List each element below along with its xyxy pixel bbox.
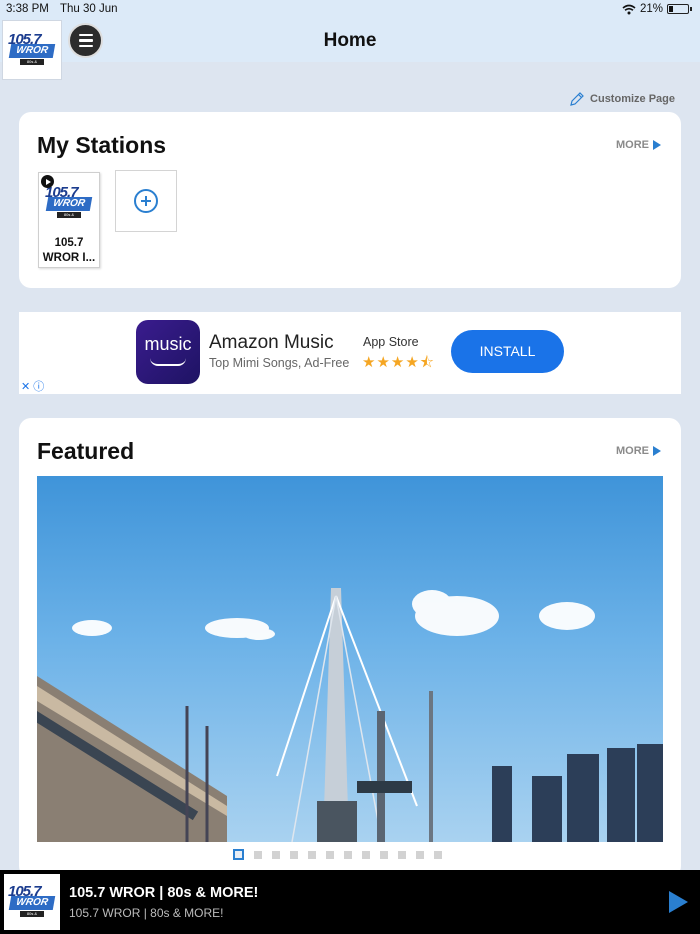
page-dot[interactable] xyxy=(308,850,316,859)
page-dot[interactable] xyxy=(434,850,442,859)
page-title: Home xyxy=(323,30,377,51)
page-dot[interactable] xyxy=(290,850,298,859)
status-right: 21% xyxy=(622,3,692,15)
logo-tag: 80s & MORE! xyxy=(57,212,81,223)
page-dot[interactable] xyxy=(416,850,424,859)
featured-pagination[interactable] xyxy=(233,849,442,860)
wifi-icon xyxy=(622,4,636,14)
ad-banner[interactable]: music Amazon Music Top Mimi Songs, Ad-Fr… xyxy=(19,312,681,394)
bridge-skyline-image xyxy=(37,588,663,842)
logo-tag: 80s & MORE! xyxy=(20,59,44,70)
more-label: MORE xyxy=(616,445,649,457)
install-button[interactable]: INSTALL xyxy=(451,330,564,373)
wror-logo-icon: 105.7 WROR 80s & MORE! xyxy=(6,31,58,70)
page-dot[interactable] xyxy=(398,850,406,859)
logo-tag: 80s & MORE! xyxy=(20,911,44,922)
player-title: 105.7 WROR | 80s & MORE! xyxy=(69,885,259,901)
plus-circle-icon xyxy=(134,189,158,213)
more-label: MORE xyxy=(616,139,649,151)
hamburger-line xyxy=(78,39,93,42)
smile-arrow-icon xyxy=(150,358,186,366)
player-art: 105.7 WROR 80s & MORE! xyxy=(4,874,60,930)
customize-label: Customize Page xyxy=(590,93,675,105)
top-bar: 3:38 PM Thu 30 Jun 21% Home xyxy=(0,0,700,62)
wror-logo-icon: 105.7 WROR 80s & MORE! xyxy=(6,883,58,922)
menu-button[interactable] xyxy=(68,23,103,58)
ad-app-name: Amazon Music xyxy=(209,332,334,353)
station-label-line2: WROR I... xyxy=(42,252,96,264)
my-stations-more-link[interactable]: MORE xyxy=(616,139,661,151)
now-playing-bar[interactable]: 105.7 WROR 80s & MORE! 105.7 WROR | 80s … xyxy=(0,870,700,934)
chevron-right-icon xyxy=(653,140,661,150)
wror-logo-icon: 105.7 WROR 80s & MORE! xyxy=(43,184,95,223)
page-dot[interactable] xyxy=(326,850,334,859)
my-stations-card: My Stations MORE 105.7 WROR 80s & MORE! … xyxy=(19,112,681,288)
station-label: 105.7 WROR I... xyxy=(39,236,99,266)
page-dot[interactable] xyxy=(272,850,280,859)
page-dot-active[interactable] xyxy=(233,849,244,860)
logo-call: WROR xyxy=(8,896,56,910)
chevron-right-icon xyxy=(653,446,661,456)
my-stations-title: My Stations xyxy=(37,132,167,158)
pencil-icon xyxy=(570,92,584,106)
star-rating-icon: ★★★★⯪ xyxy=(362,354,435,371)
page-dot[interactable] xyxy=(344,850,352,859)
featured-card: Featured MORE xyxy=(19,418,681,878)
status-date: Thu 30 Jun xyxy=(60,3,118,15)
ad-icon-text: music xyxy=(144,334,192,354)
station-label-line1: 105.7 xyxy=(54,237,84,249)
customize-page-link[interactable]: Customize Page xyxy=(569,91,675,107)
featured-title: Featured xyxy=(37,438,135,464)
logo-call: WROR xyxy=(45,197,93,211)
battery-percent: 21% xyxy=(639,3,663,15)
hamburger-line xyxy=(78,33,93,37)
page-dot[interactable] xyxy=(254,850,262,859)
page-dot[interactable] xyxy=(380,850,388,859)
ad-close-info-icon[interactable]: ✕ ⓘ xyxy=(21,378,44,394)
ad-store-label: App Store xyxy=(363,335,419,349)
station-art: 105.7 WROR 80s & MORE! xyxy=(39,173,99,233)
station-logo[interactable]: 105.7 WROR 80s & MORE! xyxy=(2,20,62,80)
hamburger-line xyxy=(78,44,93,48)
battery-tip xyxy=(690,7,692,11)
amazon-music-app-icon: music xyxy=(136,320,200,384)
battery-icon xyxy=(667,4,689,14)
status-time: 3:38 PM xyxy=(6,3,49,15)
featured-image[interactable] xyxy=(37,476,663,842)
player-subtitle: 105.7 WROR | 80s & MORE! xyxy=(69,906,224,920)
play-icon[interactable] xyxy=(669,891,688,913)
ad-subtitle: Top Mimi Songs, Ad-Free xyxy=(209,356,350,370)
logo-call: WROR xyxy=(8,44,56,58)
play-icon xyxy=(41,175,54,188)
add-station-button[interactable] xyxy=(115,170,177,232)
page-dot[interactable] xyxy=(362,850,370,859)
featured-more-link[interactable]: MORE xyxy=(616,445,661,457)
station-tile[interactable]: 105.7 WROR 80s & MORE! 105.7 WROR I... xyxy=(38,172,100,268)
